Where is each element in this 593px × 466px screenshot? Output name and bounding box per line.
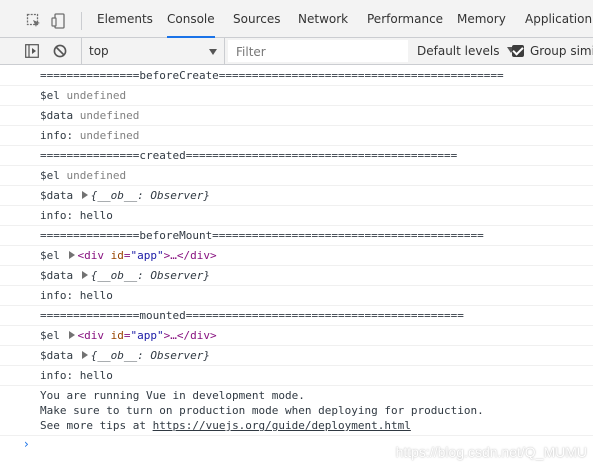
log-message: $data {__ob__: Observer}: [0, 346, 593, 366]
context-dropdown-icon: [209, 49, 217, 55]
tab-application[interactable]: Application: [525, 0, 592, 38]
tab-memory[interactable]: Memory: [457, 0, 506, 38]
log-text: ===============beforeMount==============…: [40, 229, 484, 242]
log-value-undefined: undefined: [66, 89, 127, 102]
log-message: info: hello: [0, 366, 593, 386]
expand-triangle-icon: [68, 331, 75, 339]
log-value-undefined: undefined: [66, 169, 127, 182]
log-message: $data {__ob__: Observer}: [0, 266, 593, 286]
element-attr-value: "app": [130, 329, 164, 342]
log-text: ===============mounted==================…: [40, 309, 464, 322]
log-text: info: hello: [40, 209, 113, 222]
console-output: ===============beforeCreate=============…: [0, 66, 593, 466]
log-label: $el: [40, 249, 60, 262]
log-label: info:: [40, 129, 74, 142]
tab-elements[interactable]: Elements: [97, 0, 153, 38]
group-similar-checkbox[interactable]: [512, 45, 524, 57]
notice-line-prefix: See more tips at: [40, 419, 153, 432]
log-message: info: hello: [0, 206, 593, 226]
log-label: $el: [40, 89, 60, 102]
log-message: ===============created==================…: [0, 146, 593, 166]
filter-input[interactable]: Filter: [228, 40, 408, 62]
log-label: $el: [40, 169, 60, 182]
element-tag-open: <div: [77, 249, 105, 262]
console-toolbar: top Filter Default levels Group similar: [0, 38, 593, 65]
group-similar-label: Group similar: [530, 44, 593, 58]
log-message: $el undefined: [0, 86, 593, 106]
element-tag-open: <div: [77, 329, 105, 342]
tab-console[interactable]: Console: [155, 0, 227, 38]
context-label: top: [89, 44, 109, 58]
log-message: $data undefined: [0, 106, 593, 126]
prompt-chevron-icon: ›: [24, 437, 29, 451]
inspect-element-icon[interactable]: [26, 13, 42, 29]
tab-sources[interactable]: Sources: [233, 0, 280, 38]
vue-deployment-link[interactable]: https://vuejs.org/guide/deployment.html: [153, 419, 411, 432]
device-toolbar-icon[interactable]: [51, 13, 67, 29]
expand-triangle-icon: [81, 191, 88, 199]
element-expander[interactable]: <div id="app">…</div>: [67, 329, 217, 342]
object-preview: {__ob__: Observer}: [90, 189, 210, 202]
log-levels-dropdown[interactable]: Default levels: [417, 44, 516, 58]
clear-console-icon[interactable]: [53, 44, 67, 58]
log-levels-label: Default levels: [417, 44, 500, 58]
devtools-tabbar: Elements Console Sources Network Perform…: [0, 0, 593, 38]
log-label: $data: [40, 269, 74, 282]
log-message: $el <div id="app">…</div>: [0, 326, 593, 346]
element-attr-value: "app": [130, 249, 164, 262]
object-preview: {__ob__: Observer}: [90, 269, 210, 282]
element-attr-name: id: [110, 329, 124, 342]
sidebar-toggle-icon[interactable]: [25, 44, 39, 58]
log-message: $el undefined: [0, 166, 593, 186]
tab-network[interactable]: Network: [298, 0, 348, 38]
log-message: info: hello: [0, 286, 593, 306]
log-message: $data {__ob__: Observer}: [0, 186, 593, 206]
object-expander[interactable]: {__ob__: Observer}: [80, 349, 210, 362]
expand-triangle-icon: [81, 351, 88, 359]
object-preview: {__ob__: Observer}: [90, 349, 210, 362]
element-attr-name: id: [110, 249, 124, 262]
log-text: ===============beforeCreate=============…: [40, 69, 504, 82]
notice-line: You are running Vue in development mode.: [40, 389, 305, 402]
expand-triangle-icon: [68, 251, 75, 259]
tabbar-separator: [81, 12, 82, 30]
log-label: $data: [40, 109, 74, 122]
notice-line: Make sure to turn on production mode whe…: [40, 404, 484, 417]
log-message: ===============beforeMount==============…: [0, 226, 593, 246]
log-message: $el <div id="app">…</div>: [0, 246, 593, 266]
log-message: info: undefined: [0, 126, 593, 146]
log-value-undefined: undefined: [79, 109, 140, 122]
element-tag-rest: >…</div>: [163, 329, 217, 342]
attr-equals: =: [123, 329, 131, 342]
log-text: info: hello: [40, 369, 113, 382]
element-expander[interactable]: <div id="app">…</div>: [67, 249, 217, 262]
log-label: $data: [40, 349, 74, 362]
element-tag-rest: >…</div>: [163, 249, 217, 262]
log-message: ===============mounted==================…: [0, 306, 593, 326]
log-message: ===============beforeCreate=============…: [0, 66, 593, 86]
attr-equals: =: [123, 249, 131, 262]
log-label: $data: [40, 189, 74, 202]
object-expander[interactable]: {__ob__: Observer}: [80, 189, 210, 202]
object-expander[interactable]: {__ob__: Observer}: [80, 269, 210, 282]
log-value-undefined: undefined: [79, 129, 140, 142]
watermark: https://blog.csdn.net/Q_MUMU: [395, 444, 587, 460]
expand-triangle-icon: [81, 271, 88, 279]
vue-dev-notice: You are running Vue in development mode.…: [0, 386, 593, 436]
log-text: ===============created==================…: [40, 149, 458, 162]
log-text: info: hello: [40, 289, 113, 302]
log-label: $el: [40, 329, 60, 342]
tab-performance[interactable]: Performance: [367, 0, 443, 38]
context-selector[interactable]: top: [81, 38, 225, 65]
